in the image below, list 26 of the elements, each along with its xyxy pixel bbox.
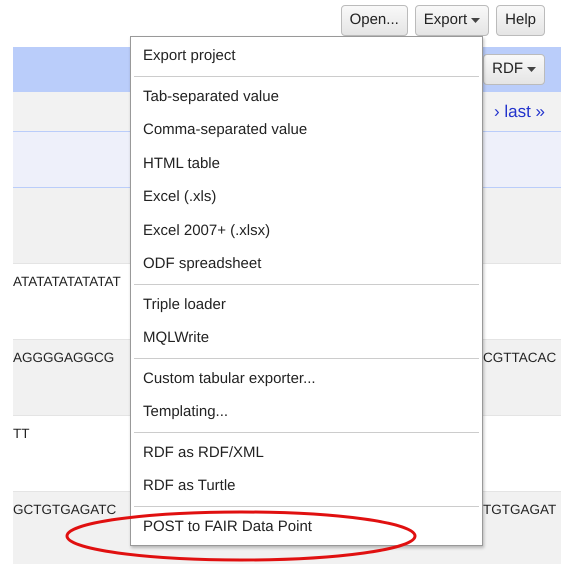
toolbar-button[interactable]: Open... [340, 5, 408, 36]
table-cell-text: CGTTACAC [483, 349, 556, 367]
menu-item[interactable]: Export project [131, 39, 482, 72]
menu-item[interactable]: Excel 2007+ (.xlsx) [131, 214, 482, 247]
menu-item[interactable]: MQLWrite [131, 321, 482, 354]
menu-item[interactable]: RDF as RDF/XML [131, 436, 482, 469]
menu-item[interactable]: ODF spreadsheet [131, 247, 482, 280]
menu-item[interactable]: Excel (.xls) [131, 180, 482, 214]
table-cell-text: TGTGAGAT [483, 501, 556, 519]
table-cell-text: GCTGTGAGATC [13, 501, 116, 519]
menu-item[interactable]: Templating... [131, 395, 482, 428]
dropdown-button[interactable]: RDF [483, 54, 545, 85]
menu-item[interactable]: Triple loader [131, 288, 482, 321]
caret-icon [527, 67, 536, 72]
pager-link[interactable]: › last » [494, 98, 545, 124]
toolbar-button[interactable]: Help [496, 5, 545, 36]
menu-item[interactable]: POST to FAIR Data Point [131, 510, 482, 543]
menu-item[interactable]: Custom tabular exporter... [131, 362, 482, 395]
menu-item[interactable]: Tab-separated value [131, 80, 482, 113]
table-cell-text: AGGGGAGGCG [13, 349, 114, 367]
table-cell-text: ATATATATATATAT [13, 273, 121, 291]
caret-icon [471, 18, 480, 23]
menu-item[interactable]: RDF as Turtle [131, 469, 482, 502]
dropdown-button[interactable]: Export [414, 5, 490, 36]
table-cell-text: TT [13, 425, 30, 443]
menu-item[interactable]: Comma-separated value [131, 113, 482, 146]
